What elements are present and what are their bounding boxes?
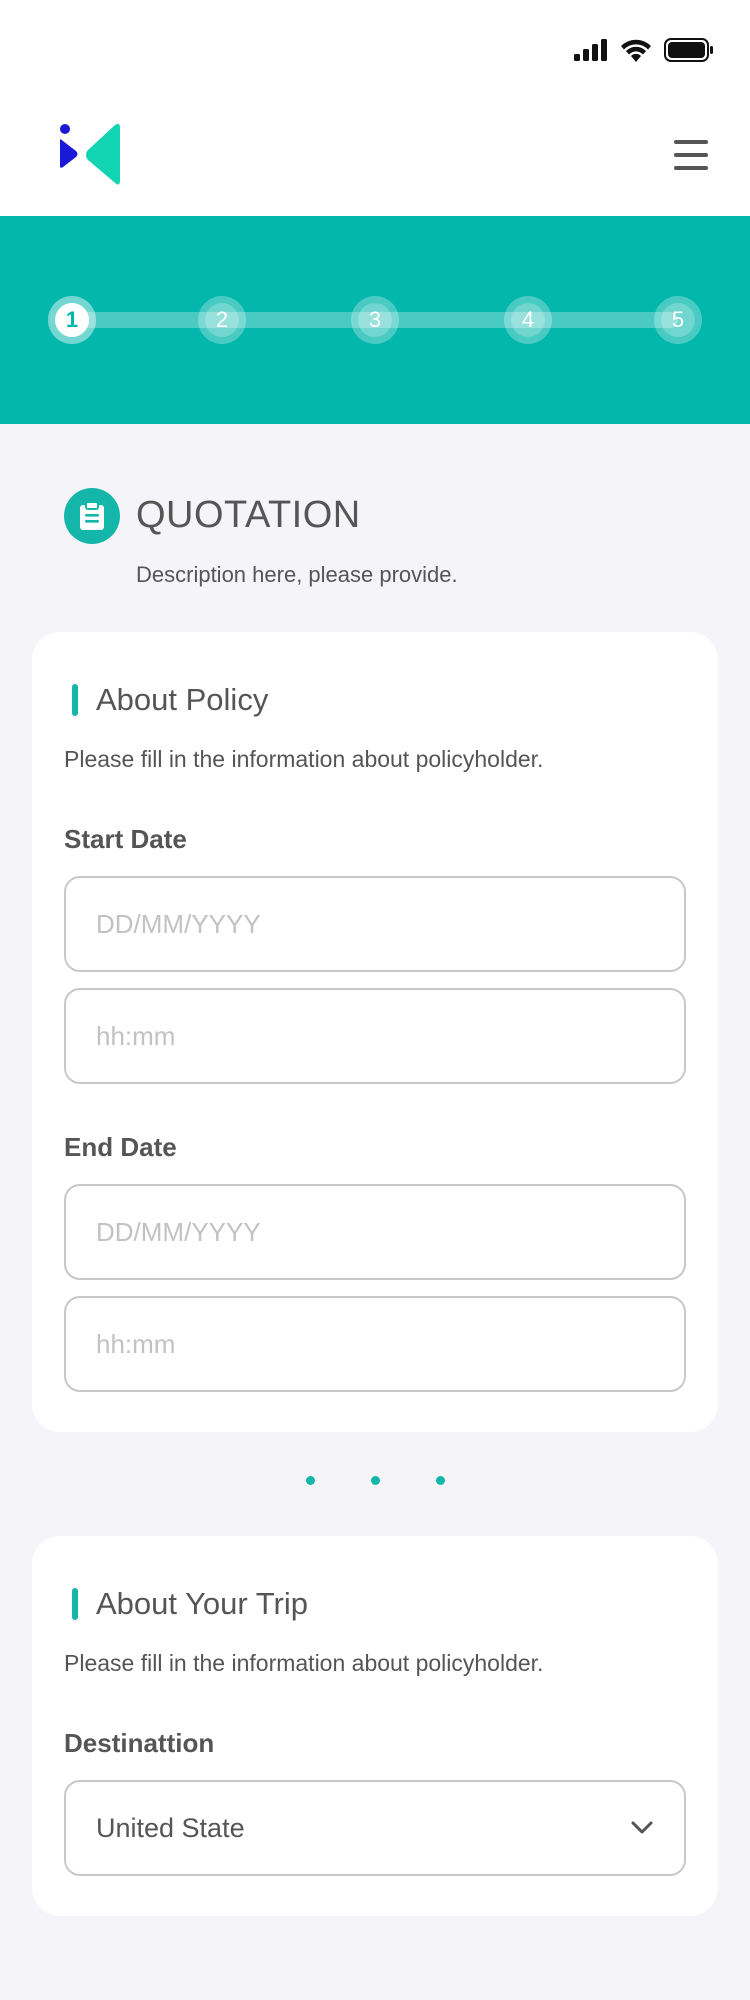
page-description: Description here, please provide.	[136, 562, 458, 587]
chevron-down-icon	[631, 1821, 653, 1834]
policy-card: About Policy Please fill in the informat…	[32, 632, 718, 1432]
start-date-label: Start Date	[64, 824, 187, 854]
clipboard-icon	[64, 488, 120, 544]
end-date-input[interactable]	[64, 1184, 686, 1280]
card-subtitle: Please fill in the information about pol…	[64, 1650, 544, 1676]
step-number: 1	[55, 303, 89, 337]
destination-select[interactable]: United State	[64, 1780, 686, 1876]
page-title: QUOTATION	[136, 494, 361, 536]
start-time-input[interactable]	[64, 988, 686, 1084]
card-heading: About Your Trip	[64, 1586, 308, 1622]
destination-value: United State	[96, 1812, 245, 1843]
step-3[interactable]: 3	[351, 296, 399, 344]
heading-accent-bar	[72, 1588, 78, 1620]
card-title: About Your Trip	[96, 1586, 308, 1621]
menu-line	[674, 140, 708, 144]
step-number: 4	[511, 303, 545, 337]
heading-accent-bar	[72, 684, 78, 716]
status-icons	[574, 36, 714, 64]
hamburger-menu-icon[interactable]	[674, 140, 708, 170]
status-bar	[0, 0, 750, 100]
pagination-dot[interactable]	[370, 1476, 380, 1485]
trip-card: About Your Trip Please fill in the infor…	[32, 1536, 718, 1916]
menu-line	[674, 166, 708, 170]
destination-label: Destinattion	[64, 1728, 215, 1758]
card-heading: About Policy	[64, 682, 268, 718]
start-date-input[interactable]	[64, 876, 686, 972]
pagination-dots	[0, 1476, 750, 1490]
battery-icon	[664, 38, 713, 62]
pagination-dot[interactable]	[435, 1476, 445, 1485]
pagination-dot[interactable]	[305, 1476, 315, 1485]
step-number: 5	[661, 303, 695, 337]
signal-icon	[574, 39, 607, 61]
step-1[interactable]: 1	[48, 296, 96, 344]
brand-logo[interactable]	[58, 122, 122, 188]
step-5[interactable]: 5	[654, 296, 702, 344]
menu-line	[674, 153, 708, 157]
card-title: About Policy	[96, 682, 269, 717]
card-subtitle: Please fill in the information about pol…	[64, 746, 544, 772]
wifi-icon	[621, 39, 651, 62]
progress-stepper: 1 2 3 4 5	[0, 216, 750, 424]
step-number: 2	[205, 303, 239, 337]
end-date-label: End Date	[64, 1132, 177, 1162]
step-2[interactable]: 2	[198, 296, 246, 344]
step-4[interactable]: 4	[504, 296, 552, 344]
end-time-input[interactable]	[64, 1296, 686, 1392]
app-header	[0, 100, 750, 216]
step-number: 3	[358, 303, 392, 337]
